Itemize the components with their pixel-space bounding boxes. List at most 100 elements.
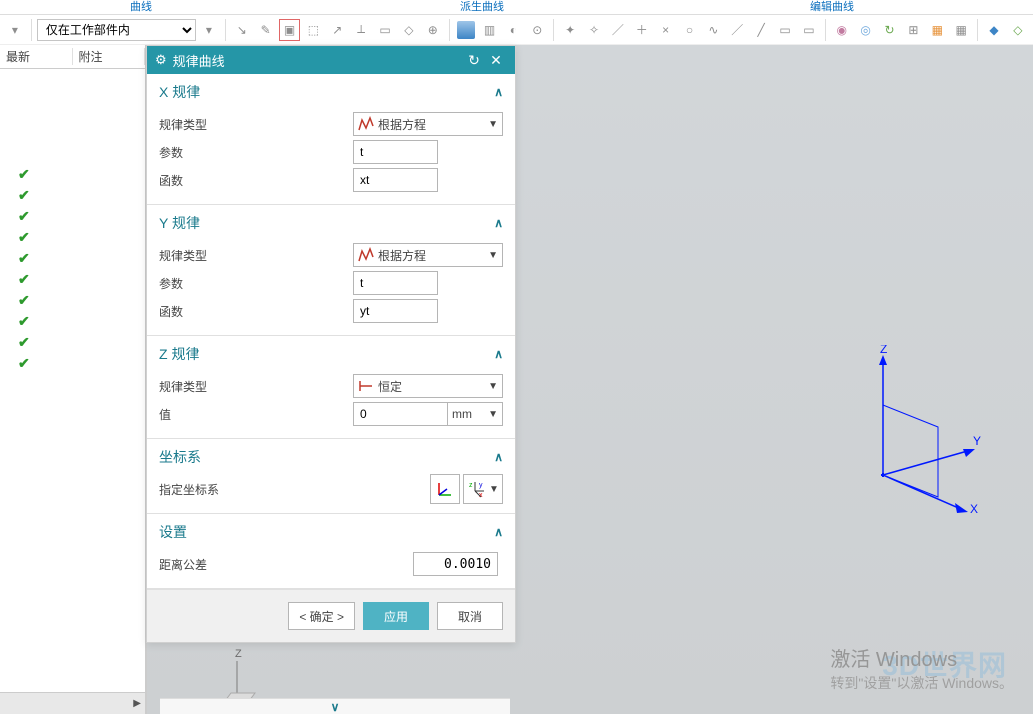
part-nav-icon[interactable]: ▥	[479, 19, 501, 41]
dropdown-arrow-icon[interactable]: ▾	[198, 19, 220, 41]
selection-filter-icon[interactable]: ▣	[279, 19, 301, 41]
csys-axes-icon: zyx	[467, 479, 487, 499]
label-func: 函数	[159, 172, 353, 189]
scroll-right-icon[interactable]: ▶	[133, 698, 141, 709]
dropdown-arrow-icon: ▼	[488, 250, 498, 261]
circle-icon[interactable]: ○	[679, 19, 701, 41]
point-icon[interactable]: ✦	[559, 19, 581, 41]
layer-icon[interactable]: ▦	[926, 19, 948, 41]
select-law-type-y[interactable]: 根据方程 ▼	[353, 243, 503, 267]
tool-icon[interactable]: ↗	[326, 19, 348, 41]
col-notes[interactable]: 附注	[73, 48, 146, 65]
csys-dialog-button[interactable]: zyx ▼	[463, 474, 503, 504]
collapse-icon[interactable]: ∧	[494, 525, 503, 539]
box-icon[interactable]: ▭	[798, 19, 820, 41]
curve-icon[interactable]: ∿	[702, 19, 724, 41]
ok-button[interactable]: < 确定 >	[288, 602, 355, 630]
point-icon[interactable]: ✧	[583, 19, 605, 41]
section-header[interactable]: 坐标系 ∧	[159, 447, 503, 467]
line-icon[interactable]: ×	[655, 19, 677, 41]
dialog-titlebar[interactable]: ⚙ 规律曲线 ↻ ✕	[147, 46, 515, 74]
input-func-y[interactable]	[353, 299, 438, 323]
collapse-icon[interactable]: ∧	[494, 347, 503, 361]
section-header[interactable]: Z 规律 ∧	[159, 344, 503, 364]
grid-icon[interactable]: ▦	[950, 19, 972, 41]
close-icon[interactable]: ✕	[485, 52, 507, 69]
tool-icon[interactable]: ✎	[255, 19, 277, 41]
history-row[interactable]: ✔	[0, 227, 145, 248]
history-header: 最新 附注	[0, 45, 145, 69]
view-icon[interactable]: ⊞	[902, 19, 924, 41]
tool-icon[interactable]: ⬚	[302, 19, 324, 41]
cancel-button[interactable]: 取消	[437, 602, 503, 630]
tool-icon[interactable]: ▭	[374, 19, 396, 41]
collapse-icon[interactable]: ∧	[494, 216, 503, 230]
render-icon[interactable]: ◎	[855, 19, 877, 41]
check-icon: ✔	[18, 292, 30, 309]
render-icon[interactable]: ◉	[831, 19, 853, 41]
line-icon[interactable]: ╱	[750, 19, 772, 41]
line-icon[interactable]: ／	[607, 19, 629, 41]
history-row[interactable]: ✔	[0, 353, 145, 374]
apply-button[interactable]: 应用	[363, 602, 429, 630]
section-title: Y 规律	[159, 213, 494, 233]
history-row[interactable]: ✔	[0, 248, 145, 269]
history-row[interactable]: ✔	[0, 164, 145, 185]
tool-icon[interactable]: ⟂	[350, 19, 372, 41]
section-title: X 规律	[159, 82, 494, 102]
law-curve-dialog: ⚙ 规律曲线 ↻ ✕ X 规律 ∧ 规律类型 根据方程 ▼ 参数	[146, 45, 516, 643]
history-row[interactable]: ✔	[0, 311, 145, 332]
section-header[interactable]: X 规律 ∧	[159, 82, 503, 102]
history-row[interactable]: ✔	[0, 332, 145, 353]
gear-icon[interactable]: ⚙	[155, 52, 167, 68]
tool-icon[interactable]: ◐	[502, 19, 524, 41]
tool-icon[interactable]: ⊕	[422, 19, 444, 41]
select-law-type-x[interactable]: 根据方程 ▼	[353, 112, 503, 136]
line-icon[interactable]: ＋	[631, 19, 653, 41]
input-func-x[interactable]	[353, 168, 438, 192]
col-latest[interactable]: 最新	[0, 48, 73, 65]
tab-edit-curve[interactable]: 编辑曲线	[790, 0, 874, 14]
section-title: Z 规律	[159, 344, 494, 364]
face-icon[interactable]: ◆	[983, 19, 1005, 41]
history-row[interactable]: ✔	[0, 269, 145, 290]
select-law-type-z[interactable]: 恒定 ▼	[353, 374, 503, 398]
csys-define-button[interactable]	[430, 474, 460, 504]
box-icon[interactable]: ▭	[774, 19, 796, 41]
dropdown-icon[interactable]: ▾	[4, 19, 26, 41]
tool-icon[interactable]: ⊙	[526, 19, 548, 41]
panel-collapse-handle[interactable]: ∨	[160, 698, 510, 714]
scope-select[interactable]: 仅在工作部件内	[37, 19, 196, 41]
input-value-z[interactable]: mm ▼	[353, 402, 503, 426]
tool-icon[interactable]: ↘	[231, 19, 253, 41]
section-header[interactable]: Y 规律 ∧	[159, 213, 503, 233]
cube-icon[interactable]	[455, 19, 477, 41]
input-param-x[interactable]	[353, 140, 438, 164]
line-icon[interactable]: ／	[726, 19, 748, 41]
select-value: 根据方程	[378, 247, 488, 264]
value-number[interactable]	[353, 402, 448, 426]
input-param-y[interactable]	[353, 271, 438, 295]
collapse-icon[interactable]: ∧	[494, 450, 503, 464]
refresh-icon[interactable]: ↻	[879, 19, 901, 41]
collapse-icon[interactable]: ∧	[494, 85, 503, 99]
section-title: 设置	[159, 522, 494, 542]
input-tolerance[interactable]	[413, 552, 498, 576]
label-specify-csys: 指定坐标系	[159, 481, 430, 498]
separator	[225, 19, 226, 41]
section-header[interactable]: 设置 ∧	[159, 522, 503, 542]
reset-icon[interactable]: ↻	[463, 52, 485, 69]
check-icon: ✔	[18, 355, 30, 372]
separator	[553, 19, 554, 41]
chevron-down-icon: ∨	[331, 700, 340, 714]
tab-derived-curve[interactable]: 派生曲线	[440, 0, 524, 14]
dropdown-arrow-icon: ▼	[488, 119, 498, 130]
face-icon[interactable]: ◇	[1007, 19, 1029, 41]
tool-icon[interactable]: ◇	[398, 19, 420, 41]
unit-select[interactable]: mm ▼	[448, 402, 503, 426]
tab-curve[interactable]: 曲线	[110, 0, 172, 14]
history-row[interactable]: ✔	[0, 206, 145, 227]
history-row[interactable]: ✔	[0, 290, 145, 311]
history-row[interactable]: ✔	[0, 185, 145, 206]
svg-text:X: X	[970, 502, 978, 515]
